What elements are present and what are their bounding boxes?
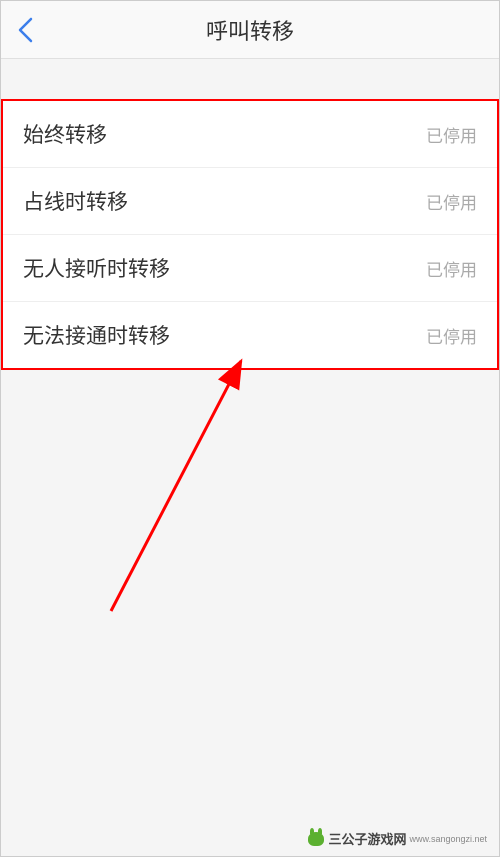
always-forward-row[interactable]: 始终转移 已停用 bbox=[3, 101, 497, 168]
unreachable-forward-row[interactable]: 无法接通时转移 已停用 bbox=[3, 302, 497, 368]
setting-status: 已停用 bbox=[426, 189, 477, 214]
watermark-text: 三公子游戏网 bbox=[328, 829, 406, 848]
header: 呼叫转移 bbox=[1, 1, 499, 59]
setting-status: 已停用 bbox=[426, 256, 477, 281]
setting-label: 无法接通时转移 bbox=[23, 320, 170, 350]
no-answer-forward-row[interactable]: 无人接听时转移 已停用 bbox=[3, 235, 497, 302]
setting-status: 已停用 bbox=[426, 323, 477, 348]
setting-label: 占线时转移 bbox=[23, 186, 128, 216]
busy-forward-row[interactable]: 占线时转移 已停用 bbox=[3, 168, 497, 235]
chevron-left-icon bbox=[17, 17, 33, 43]
back-button[interactable] bbox=[17, 17, 33, 43]
arrow-annotation bbox=[91, 351, 271, 621]
watermark-logo-icon bbox=[308, 832, 324, 846]
call-forwarding-group: 始终转移 已停用 占线时转移 已停用 无人接听时转移 已停用 无法接通时转移 已… bbox=[1, 99, 499, 370]
setting-label: 始终转移 bbox=[23, 119, 107, 149]
watermark: 三公子游戏网 www.sangongzi.net bbox=[308, 829, 487, 848]
page-title: 呼叫转移 bbox=[206, 14, 294, 46]
watermark-url: www.sangongzi.net bbox=[409, 834, 487, 844]
setting-status: 已停用 bbox=[426, 122, 477, 147]
setting-label: 无人接听时转移 bbox=[23, 253, 170, 283]
